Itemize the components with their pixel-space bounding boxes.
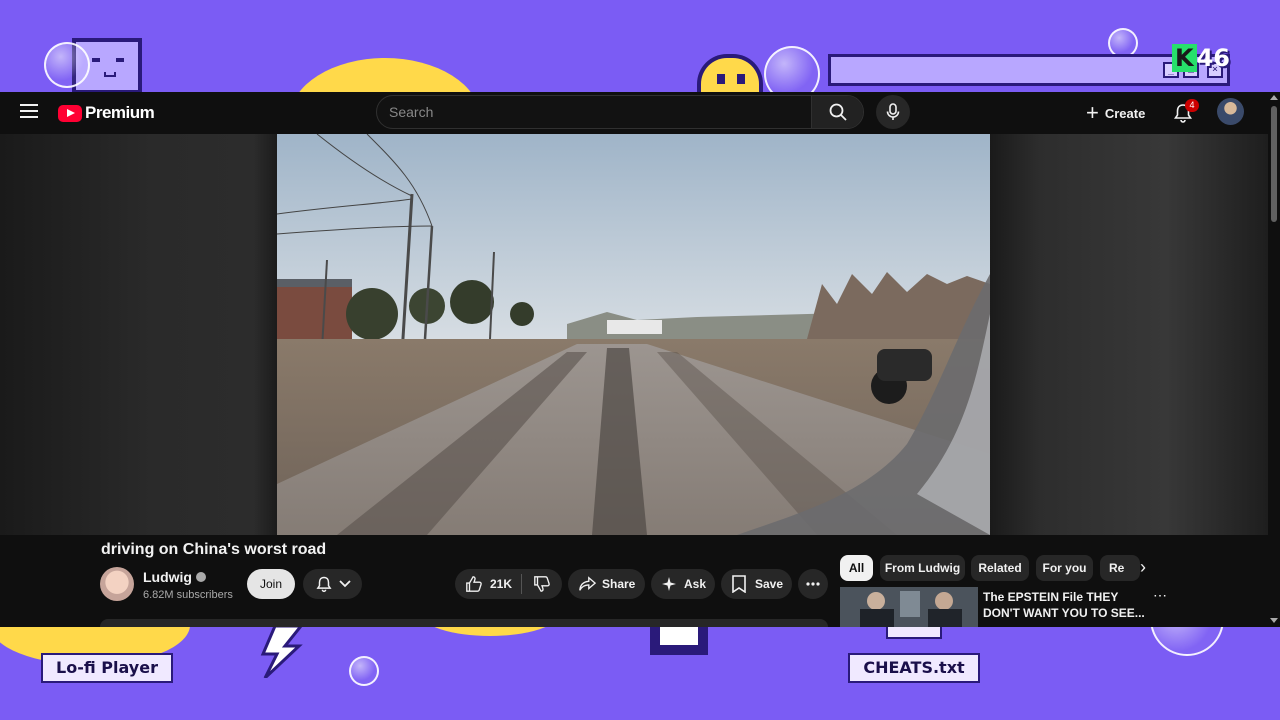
k-badge: K 46 bbox=[1172, 44, 1244, 72]
join-button[interactable]: Join bbox=[247, 569, 295, 599]
watch-metadata: driving on China's worst road Ludwig 6.8… bbox=[0, 535, 1268, 627]
share-label: Share bbox=[602, 577, 636, 591]
notifications-button[interactable]: 4 bbox=[1172, 99, 1199, 126]
menu-icon[interactable] bbox=[20, 104, 38, 118]
k-badge-number: 46 bbox=[1196, 44, 1231, 72]
chip-from-ludwig[interactable]: From Ludwig bbox=[880, 555, 965, 581]
video-player[interactable] bbox=[277, 134, 990, 535]
bell-icon bbox=[315, 576, 332, 593]
youtube-window: Premium + Create bbox=[0, 92, 1280, 627]
account-avatar[interactable] bbox=[1217, 98, 1244, 125]
bookmark-icon bbox=[732, 575, 746, 593]
cheats-file-label[interactable]: CHEATS.txt bbox=[848, 653, 980, 683]
dislike-button[interactable] bbox=[522, 569, 562, 599]
search-icon bbox=[829, 103, 847, 121]
page-scrollbar[interactable] bbox=[1268, 92, 1280, 627]
chevron-right-icon[interactable]: › bbox=[1140, 557, 1156, 577]
youtube-logo[interactable]: Premium bbox=[58, 102, 155, 124]
subscriber-count: 6.82M subscribers bbox=[143, 589, 233, 601]
sparkle-icon bbox=[662, 577, 676, 591]
save-label: Save bbox=[755, 577, 784, 591]
notepad-icon bbox=[886, 627, 942, 639]
search-button[interactable] bbox=[811, 96, 863, 128]
create-label: Create bbox=[1104, 105, 1146, 121]
youtube-logo-icon bbox=[58, 104, 82, 122]
search-box bbox=[376, 95, 864, 129]
like-count: 21K bbox=[490, 577, 513, 591]
more-actions-button[interactable] bbox=[798, 569, 828, 599]
scroll-up-arrow-icon[interactable] bbox=[1270, 95, 1278, 100]
thumbs-up-icon bbox=[466, 576, 482, 592]
chevron-down-icon bbox=[338, 580, 351, 588]
pixel-window-titlebar: _ □ × bbox=[828, 54, 1230, 86]
lofi-player-label[interactable]: Lo-fi Player bbox=[41, 653, 173, 683]
recommended-video-thumbnail[interactable] bbox=[840, 587, 978, 627]
chip-for-you[interactable]: For you bbox=[1036, 555, 1093, 581]
ask-label: Ask bbox=[684, 577, 707, 591]
thumbs-down-icon bbox=[534, 576, 550, 592]
bubble-icon bbox=[349, 656, 379, 686]
scroll-down-arrow-icon[interactable] bbox=[1270, 618, 1278, 623]
thumbnail-image bbox=[840, 587, 978, 627]
search-input[interactable] bbox=[377, 96, 813, 128]
save-button[interactable]: Save bbox=[721, 569, 792, 599]
mic-icon bbox=[886, 103, 900, 120]
chip-all[interactable]: All bbox=[840, 555, 873, 581]
share-button[interactable]: Share bbox=[568, 569, 645, 599]
chip-related[interactable]: Related bbox=[971, 555, 1029, 581]
verified-icon bbox=[196, 572, 206, 582]
video-title: driving on China's worst road bbox=[101, 541, 327, 558]
masthead: Premium + Create bbox=[0, 92, 1268, 134]
subscription-notifications-button[interactable] bbox=[303, 569, 362, 599]
video-frame bbox=[277, 134, 990, 535]
related-chips: All From Ludwig Related For you Re bbox=[840, 555, 1160, 581]
monitor-stand-icon bbox=[650, 627, 708, 655]
scrollbar-thumb[interactable] bbox=[1271, 106, 1277, 222]
bubble-icon bbox=[44, 42, 90, 88]
create-button[interactable]: + Create bbox=[1086, 100, 1145, 126]
like-dislike-group: 21K bbox=[455, 569, 562, 599]
premium-wordmark: Premium bbox=[85, 103, 155, 122]
share-icon bbox=[579, 576, 596, 591]
lightning-icon bbox=[260, 626, 303, 678]
ask-button[interactable]: Ask bbox=[651, 569, 715, 599]
like-button[interactable]: 21K bbox=[455, 569, 521, 599]
channel-avatar[interactable] bbox=[100, 567, 134, 601]
recommended-video-title[interactable]: The EPSTEIN File THEY DON'T WANT YOU TO … bbox=[983, 589, 1153, 621]
voice-search-button[interactable] bbox=[876, 95, 910, 129]
channel-name-text: Ludwig bbox=[143, 569, 192, 585]
more-vertical-icon[interactable]: ⋯ bbox=[1153, 588, 1167, 604]
plus-icon: + bbox=[1086, 100, 1099, 125]
comments-section-edge bbox=[100, 619, 828, 627]
notification-count-badge: 4 bbox=[1185, 99, 1199, 112]
k-badge-letter: K bbox=[1172, 44, 1197, 72]
channel-name[interactable]: Ludwig bbox=[143, 569, 206, 585]
chip-truncated[interactable]: Re bbox=[1100, 555, 1140, 581]
more-horizontal-icon bbox=[806, 582, 820, 586]
